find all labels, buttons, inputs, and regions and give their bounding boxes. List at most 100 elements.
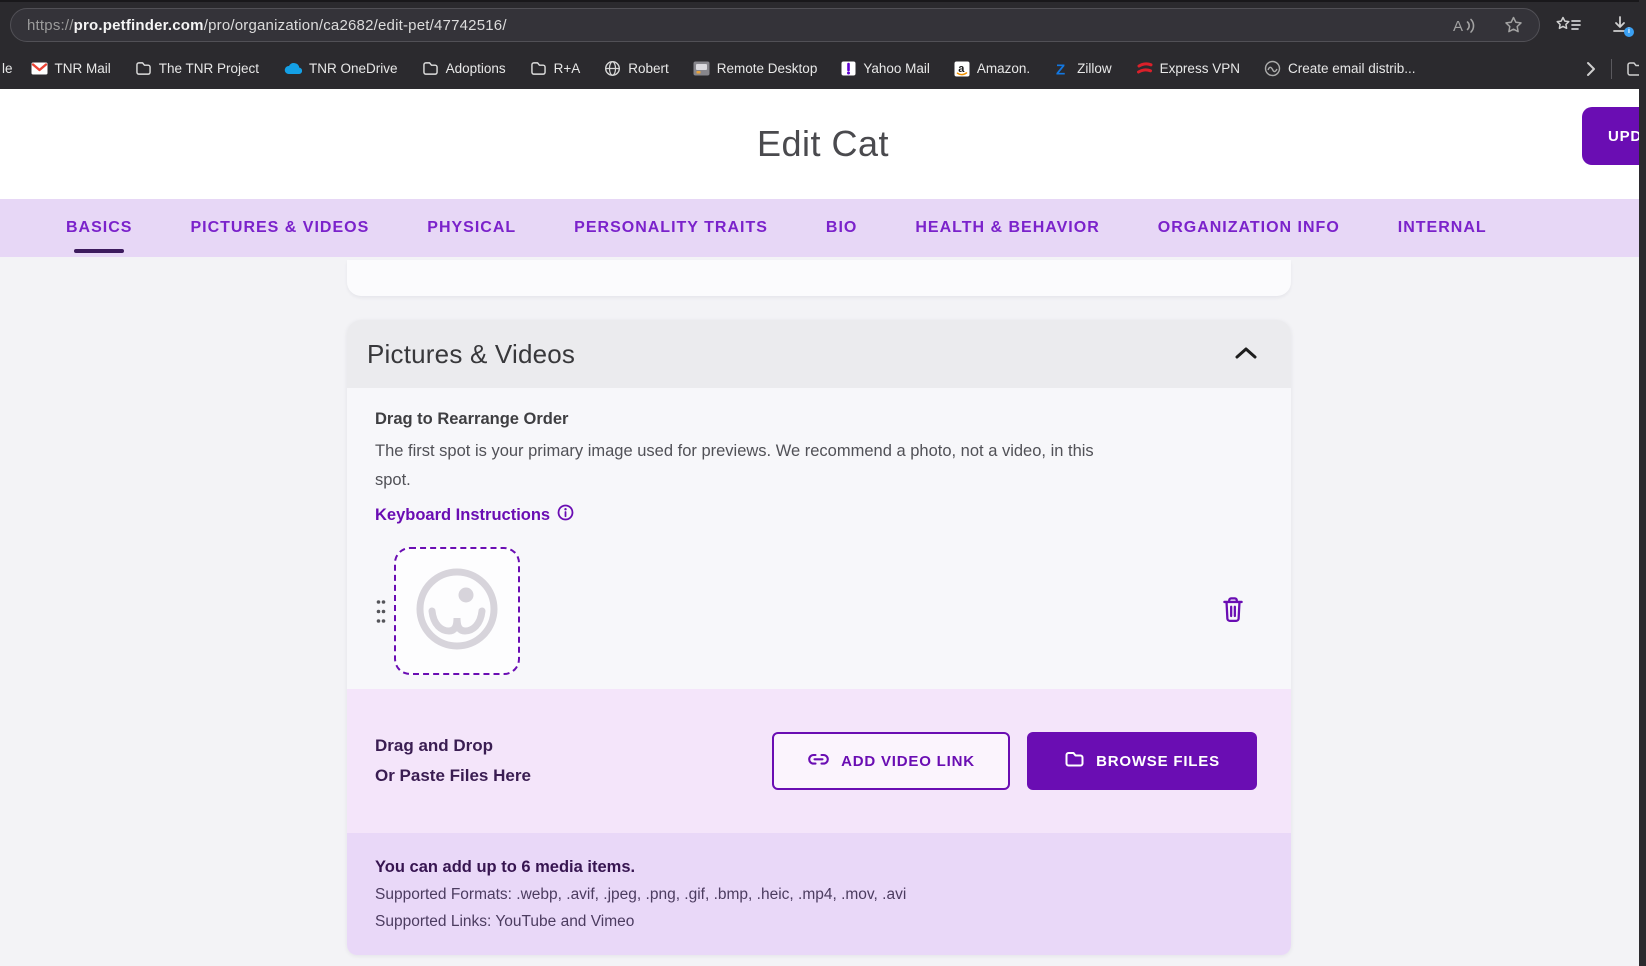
tab-personality-traits[interactable]: PERSONALITY TRAITS — [574, 199, 768, 257]
yahoo-icon — [841, 61, 856, 76]
favorites-bar-icon[interactable] — [1556, 16, 1582, 34]
previous-section-card-bottom — [347, 260, 1291, 296]
add-video-link-button[interactable]: ADD VIDEO LINK — [772, 732, 1010, 790]
bookmark-remote-desktop[interactable]: Remote Desktop — [693, 61, 818, 76]
supported-formats: Supported Formats: .webp, .avif, .jpeg, … — [375, 886, 1261, 904]
bookmarks-overflow-chevron-icon[interactable] — [1585, 60, 1597, 78]
toolbar-icons: i — [1556, 15, 1630, 35]
screenshot-root: https://pro.petfinder.com/pro/organizati… — [0, 0, 1646, 966]
globe-icon — [604, 60, 621, 77]
bookmark-label: The TNR Project — [159, 61, 259, 76]
page-title: Edit Cat — [0, 89, 1646, 199]
bookmark-express-vpn[interactable]: Express VPN — [1136, 61, 1240, 76]
bookmarks-bar: le TNR Mail The TNR Project TNR OneDrive… — [0, 46, 1646, 91]
onedrive-cloud-icon — [283, 62, 302, 75]
tab-label: INTERNAL — [1398, 219, 1487, 237]
bookmark-label: Amazon. — [977, 61, 1030, 76]
bookmark-label: TNR OneDrive — [309, 61, 398, 76]
bookmark-yahoo-mail[interactable]: Yahoo Mail — [841, 61, 930, 76]
url-protocol: https:// — [27, 17, 74, 34]
browse-files-label: BROWSE FILES — [1096, 753, 1220, 770]
bookmark-tnr-mail[interactable]: TNR Mail — [31, 61, 111, 76]
folder-icon — [135, 61, 152, 76]
drop-zone-buttons: ADD VIDEO LINK BROWSE FILES — [772, 732, 1257, 790]
favorite-star-icon[interactable] — [1504, 16, 1523, 34]
bookmarks-separator — [1611, 59, 1612, 79]
keyboard-instructions-link[interactable]: Keyboard Instructions — [375, 504, 574, 526]
tab-physical[interactable]: PHYSICAL — [427, 199, 516, 257]
bookmark-tnr-onedrive[interactable]: TNR OneDrive — [283, 61, 398, 76]
tab-health-behavior[interactable]: HEALTH & BEHAVIOR — [915, 199, 1099, 257]
tab-pictures-videos[interactable]: PICTURES & VIDEOS — [190, 199, 369, 257]
trash-icon — [1221, 596, 1245, 626]
update-button[interactable]: UPD — [1582, 107, 1646, 165]
amazon-icon: a — [954, 61, 970, 77]
url-bar[interactable]: https://pro.petfinder.com/pro/organizati… — [10, 8, 1540, 42]
rearrange-description-line1: The first spot is your primary image use… — [375, 437, 1261, 466]
zillow-icon: Z — [1054, 61, 1070, 77]
content-column: Pictures & Videos Drag to Rearrange Orde… — [347, 260, 1291, 955]
downloads-icon[interactable]: i — [1610, 15, 1630, 35]
section-header[interactable]: Pictures & Videos — [347, 320, 1291, 388]
bookmark-label: Zillow — [1077, 61, 1112, 76]
bookmarks-bar-tail — [1585, 59, 1646, 79]
bookmark-robert[interactable]: Robert — [604, 60, 669, 77]
tab-label: ORGANIZATION INFO — [1158, 219, 1340, 237]
tab-basics[interactable]: BASICS — [66, 199, 132, 257]
pictures-videos-card: Pictures & Videos Drag to Rearrange Orde… — [347, 320, 1291, 955]
download-badge: i — [1624, 27, 1634, 37]
bookmark-r-plus-a[interactable]: R+A — [530, 61, 581, 76]
rearrange-description-line2: spot. — [375, 466, 1261, 495]
page-header: Edit Cat UPD — [0, 89, 1646, 199]
url-path: /pro/organization/ca2682/edit-pet/477425… — [204, 17, 507, 34]
folder-icon — [530, 61, 547, 76]
add-video-link-label: ADD VIDEO LINK — [841, 753, 975, 770]
url-domain: pro.petfinder.com — [74, 17, 204, 34]
bookmark-label: TNR Mail — [55, 61, 111, 76]
remote-desktop-icon — [693, 61, 710, 76]
collapse-section-button[interactable] — [1231, 342, 1261, 366]
bookmark-label: Robert — [628, 61, 669, 76]
bookmark-adoptions[interactable]: Adoptions — [422, 61, 506, 76]
browse-files-button[interactable]: BROWSE FILES — [1027, 732, 1257, 790]
drag-handle-icon[interactable] — [375, 598, 387, 625]
delete-media-button[interactable] — [1219, 594, 1247, 628]
folder-icon — [422, 61, 439, 76]
tab-internal[interactable]: INTERNAL — [1398, 199, 1487, 257]
update-button-label: UPD — [1608, 128, 1642, 145]
bookmark-amazon[interactable]: a Amazon. — [954, 61, 1030, 77]
rearrange-heading: Drag to Rearrange Order — [375, 410, 1261, 429]
tab-label: BIO — [826, 219, 857, 237]
rearrange-description: The first spot is your primary image use… — [375, 437, 1261, 495]
tab-organization-info[interactable]: ORGANIZATION INFO — [1158, 199, 1340, 257]
tab-label: PICTURES & VIDEOS — [190, 219, 369, 237]
browser-right-edge — [1639, 0, 1646, 966]
bookmark-label: Yahoo Mail — [863, 61, 930, 76]
media-limits-footer: You can add up to 6 media items. Support… — [347, 833, 1291, 955]
bookmark-the-tnr-project[interactable]: The TNR Project — [135, 61, 259, 76]
bookmark-label: Create email distrib... — [1288, 61, 1416, 76]
tab-bar: BASICS PICTURES & VIDEOS PHYSICAL PERSON… — [0, 199, 1646, 257]
link-icon — [807, 753, 830, 770]
supported-links: Supported Links: YouTube and Vimeo — [375, 913, 1261, 931]
keyboard-instructions-label: Keyboard Instructions — [375, 506, 550, 525]
page-viewport: Edit Cat UPD BASICS PICTURES & VIDEOS PH… — [0, 89, 1646, 966]
bookmark-clipped[interactable]: le — [2, 61, 13, 76]
drop-zone-text: Drag and Drop Or Paste Files Here — [375, 731, 531, 791]
tab-label: HEALTH & BEHAVIOR — [915, 219, 1099, 237]
rearrange-area: Drag to Rearrange Order The first spot i… — [347, 388, 1291, 689]
bookmark-zillow[interactable]: Z Zillow — [1054, 61, 1112, 77]
browser-chrome: https://pro.petfinder.com/pro/organizati… — [0, 0, 1646, 89]
url-text: https://pro.petfinder.com/pro/organizati… — [27, 17, 507, 34]
section-title: Pictures & Videos — [367, 339, 575, 370]
file-drop-zone[interactable]: Drag and Drop Or Paste Files Here ADD VI… — [347, 689, 1291, 833]
media-limit-heading: You can add up to 6 media items. — [375, 858, 1261, 877]
drop-zone-line1: Drag and Drop — [375, 731, 531, 761]
read-aloud-icon[interactable]: A — [1452, 17, 1478, 34]
media-placeholder-thumbnail[interactable] — [394, 547, 520, 675]
media-item-row — [375, 547, 1261, 683]
bookmark-create-email-distrib[interactable]: Create email distrib... — [1264, 60, 1416, 77]
info-icon[interactable] — [557, 504, 574, 526]
chevron-up-icon — [1235, 346, 1257, 362]
tab-bio[interactable]: BIO — [826, 199, 857, 257]
